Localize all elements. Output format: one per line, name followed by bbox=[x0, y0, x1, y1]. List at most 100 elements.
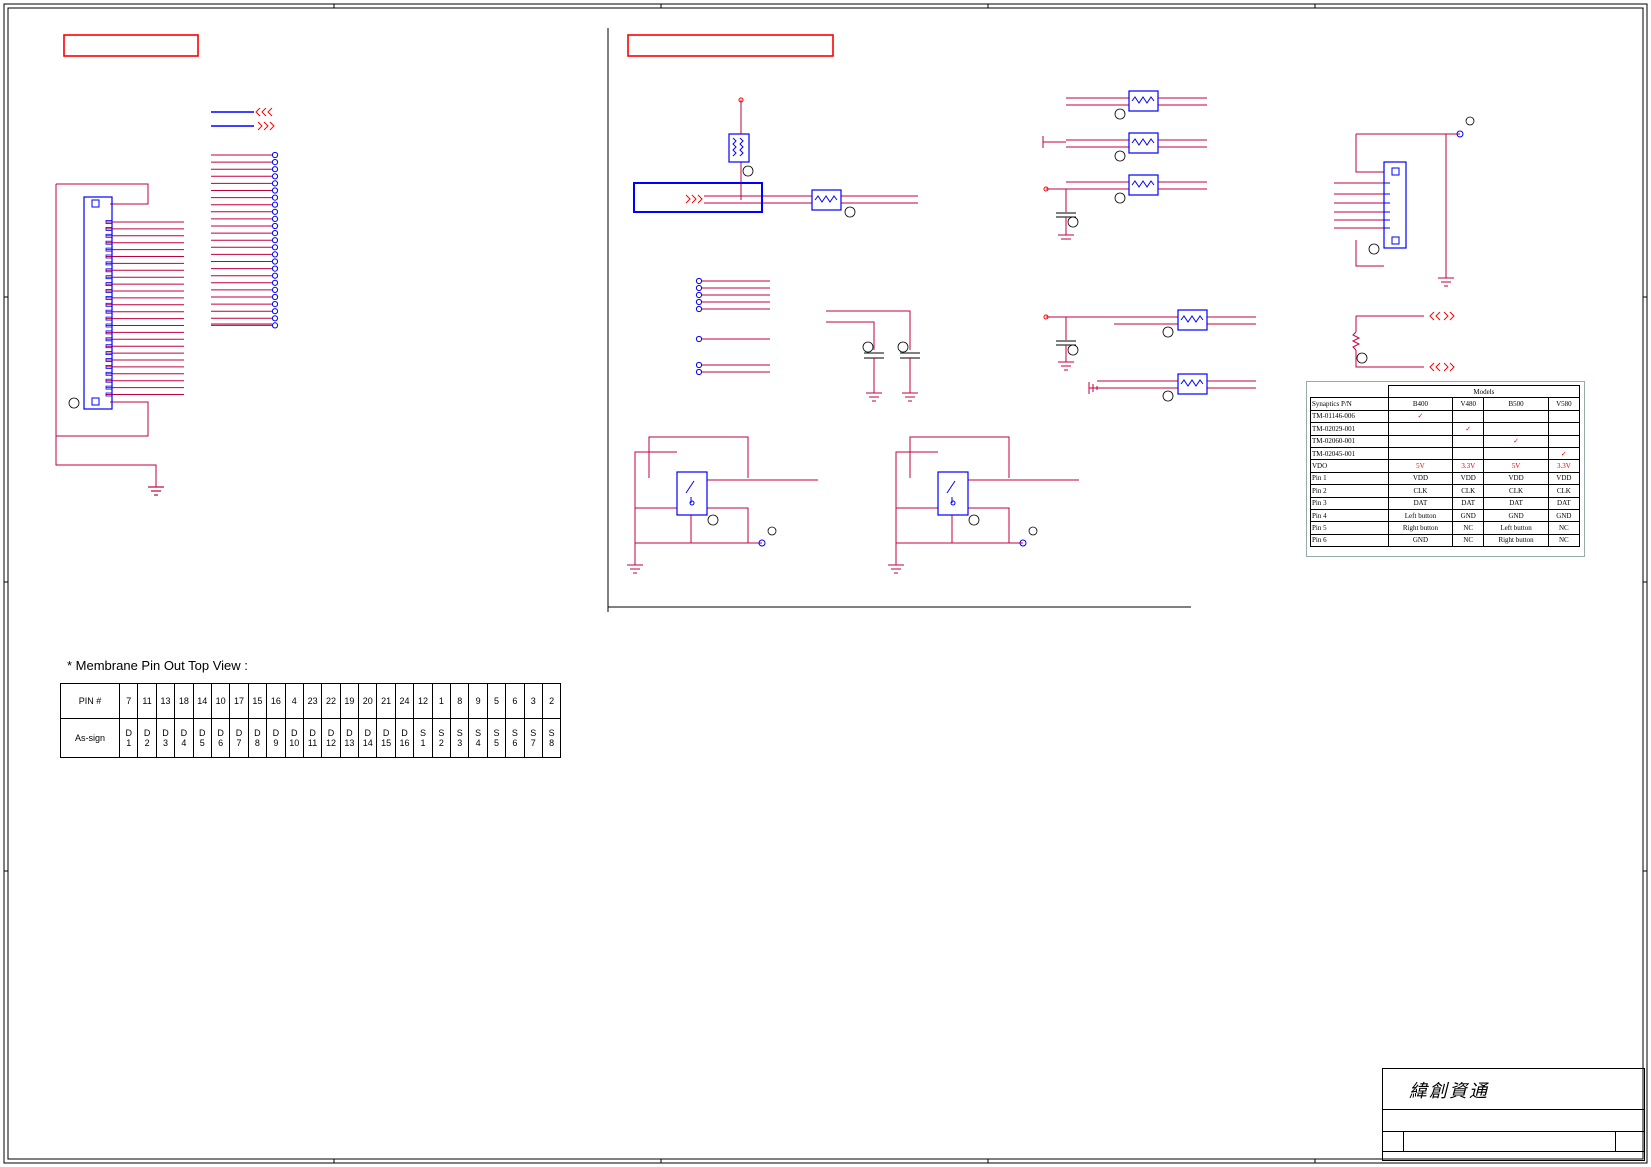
models-col-header: Synaptics P/N bbox=[1310, 397, 1389, 411]
pin-number-cell: 4 bbox=[284, 683, 304, 719]
inductor-coil bbox=[1131, 180, 1155, 188]
assign-part: S bbox=[475, 728, 482, 738]
model-checkmark bbox=[1483, 409, 1549, 424]
assign-part: 9 bbox=[273, 738, 279, 748]
models-corner bbox=[1310, 385, 1389, 399]
pin-header: PIN # bbox=[60, 683, 120, 719]
model-checkmark bbox=[1452, 409, 1485, 424]
assign-cell: D9 bbox=[266, 718, 286, 758]
assign-part: D bbox=[217, 728, 224, 738]
test-point bbox=[271, 265, 279, 272]
pin-function: DAT bbox=[1387, 496, 1454, 510]
pin-function: 3.3V bbox=[1547, 459, 1581, 473]
model-column: V480 bbox=[1452, 397, 1485, 411]
test-point bbox=[271, 279, 279, 286]
pin-label: Pin 5 bbox=[1310, 521, 1389, 535]
test-point bbox=[271, 322, 279, 329]
assign-part: 3 bbox=[457, 738, 463, 748]
switch-wire bbox=[968, 507, 1010, 543]
test-pad bbox=[695, 284, 703, 292]
assign-part: 13 bbox=[344, 738, 355, 748]
part-number: TM-02029-001 bbox=[1310, 422, 1389, 436]
pin-number-cell: 14 bbox=[192, 683, 212, 719]
pin-label: Pin 1 bbox=[1310, 471, 1389, 486]
assign-part: D bbox=[254, 728, 261, 738]
pin-function: CLK bbox=[1547, 484, 1581, 498]
assign-part: S bbox=[456, 728, 463, 738]
test-point bbox=[271, 180, 279, 187]
assign-part: S bbox=[438, 728, 445, 738]
inner-border bbox=[7, 7, 1644, 1160]
test-pad bbox=[695, 335, 703, 343]
assign-part: D bbox=[290, 728, 298, 738]
pin-function: 5V bbox=[1387, 459, 1454, 473]
assign-part: 14 bbox=[362, 738, 373, 748]
pin-function: Left button bbox=[1387, 508, 1454, 523]
model-column: B400 bbox=[1387, 397, 1454, 411]
ref-marker bbox=[1067, 216, 1079, 228]
assign-cell: D3 bbox=[155, 718, 176, 758]
assign-part: 3 bbox=[162, 738, 168, 748]
assign-part: D bbox=[180, 728, 188, 738]
title-block-divider bbox=[1383, 1109, 1644, 1110]
assign-cell: D 12 bbox=[321, 718, 341, 758]
model-checkmark: ✓ bbox=[1547, 446, 1581, 461]
assign-part: D bbox=[364, 728, 372, 738]
model-checkmark: ✓ bbox=[1387, 409, 1454, 424]
assign-part: D bbox=[309, 728, 316, 738]
switch-wire bbox=[707, 507, 749, 543]
pin-number-cell: 7 bbox=[118, 683, 139, 719]
test-point bbox=[271, 258, 279, 265]
assign-cell: D6 bbox=[210, 718, 231, 758]
title-block: 緯創資通 bbox=[1382, 1068, 1645, 1161]
pin-label: VDO bbox=[1310, 459, 1389, 473]
ref-marker bbox=[1114, 108, 1126, 120]
test-pad bbox=[695, 368, 703, 376]
assign-part: 6 bbox=[218, 738, 224, 748]
assign-part: 7 bbox=[530, 738, 536, 748]
test-point bbox=[271, 215, 279, 222]
pin-number-cell: 1 bbox=[431, 683, 452, 719]
membrane-title: * Membrane Pin Out Top View : bbox=[67, 658, 248, 673]
assign-cell: D8 bbox=[247, 718, 268, 758]
company-name: 緯創資通 bbox=[1409, 1081, 1489, 1102]
models-table: Models Synaptics P/N B400 V480 B500 V580 TM… bbox=[1310, 384, 1581, 548]
pin-label: Pin 4 bbox=[1310, 508, 1389, 523]
ground-symbol bbox=[148, 486, 164, 496]
assign-part: 16 bbox=[399, 738, 410, 748]
touchpad-connector bbox=[1334, 116, 1475, 372]
pin-function: VDD bbox=[1547, 471, 1581, 486]
test-point bbox=[271, 308, 279, 315]
pin-function: 5V bbox=[1483, 459, 1549, 473]
model-checkmark: ✓ bbox=[1483, 434, 1549, 448]
pin-function: GND bbox=[1452, 508, 1485, 523]
assign-part: 5 bbox=[199, 738, 205, 748]
assign-cell: D2 bbox=[137, 718, 157, 758]
assign-part: 2 bbox=[438, 738, 444, 748]
signal-ports bbox=[211, 107, 275, 131]
pin-number-cell: 9 bbox=[468, 683, 488, 719]
test-pad bbox=[695, 305, 703, 313]
lid-switches bbox=[627, 436, 1079, 574]
assign-part: 5 bbox=[494, 738, 500, 748]
test-point bbox=[271, 187, 279, 194]
test-point bbox=[271, 166, 279, 173]
assign-cell: S4 bbox=[468, 718, 488, 758]
title-block-divider bbox=[1615, 1131, 1616, 1151]
pin-function: CLK bbox=[1387, 484, 1454, 498]
switch-body bbox=[937, 471, 969, 516]
test-point bbox=[271, 222, 279, 230]
test-point bbox=[271, 237, 279, 244]
test-point bbox=[271, 293, 279, 301]
pin-number-cell: 19 bbox=[339, 683, 360, 719]
assign-part: 1 bbox=[420, 738, 426, 748]
assign-cell: D7 bbox=[229, 718, 249, 758]
assign-part: 1 bbox=[126, 738, 132, 748]
pin-number-cell: 13 bbox=[155, 683, 176, 719]
test-point bbox=[271, 251, 279, 258]
test-pad bbox=[695, 361, 703, 369]
assign-part: D bbox=[346, 728, 353, 738]
pin-number-cell: 23 bbox=[302, 683, 323, 719]
assign-part: D bbox=[401, 728, 408, 738]
pin-label: Pin 3 bbox=[1310, 496, 1389, 510]
